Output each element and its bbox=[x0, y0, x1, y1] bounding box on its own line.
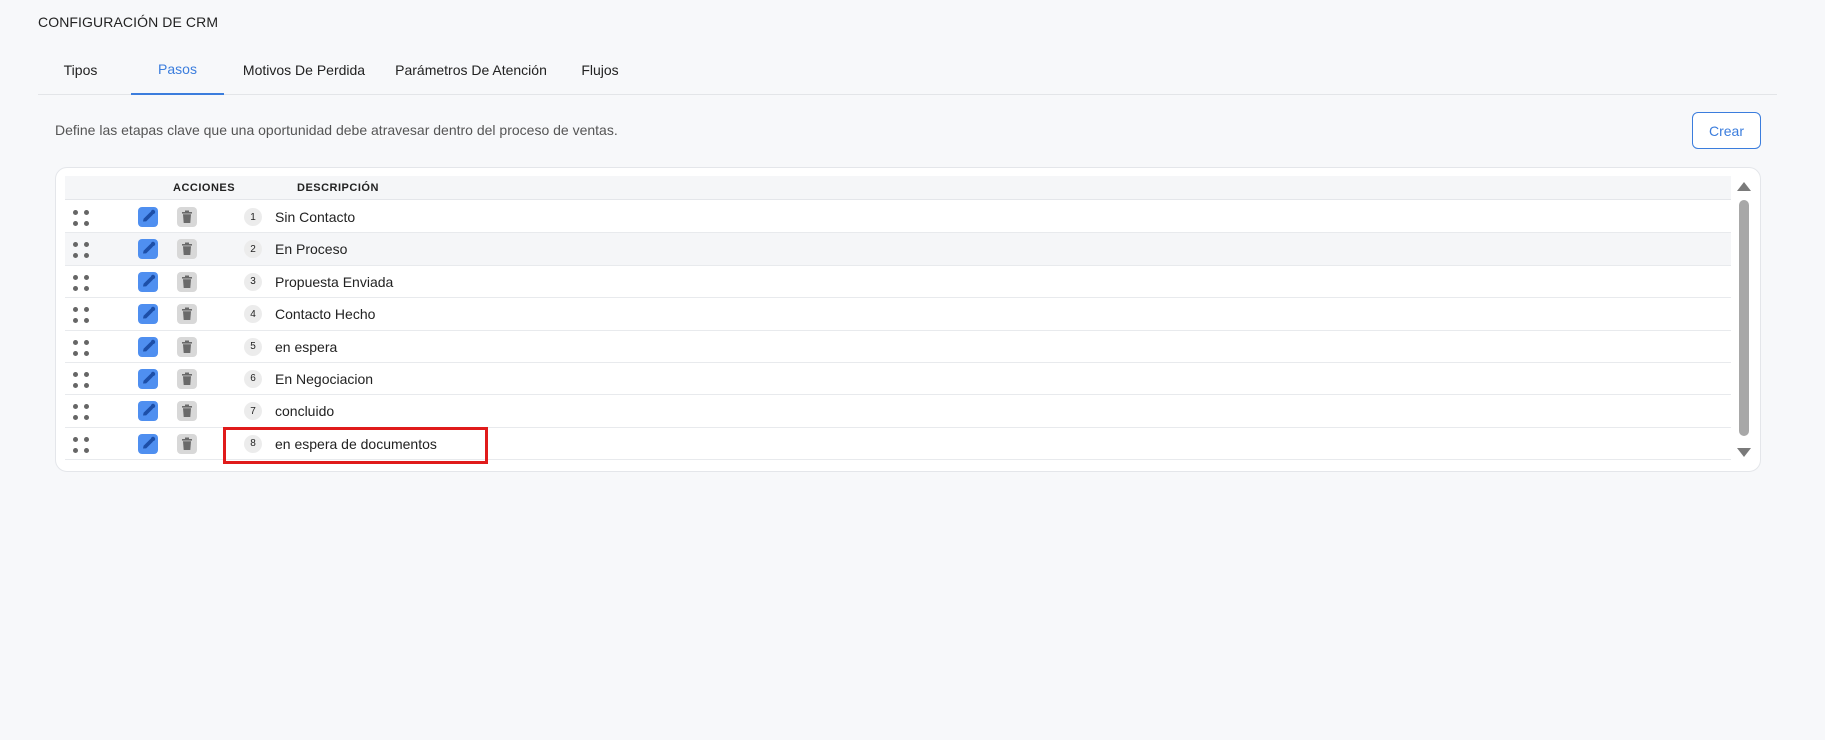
edit-button[interactable] bbox=[138, 433, 158, 454]
scroll-up-arrow-icon[interactable] bbox=[1737, 182, 1751, 191]
step-description: Sin Contacto bbox=[275, 209, 356, 225]
edit-button[interactable] bbox=[138, 368, 158, 389]
tab-parametros-de-atencion[interactable]: Parámetros De Atención bbox=[387, 48, 555, 95]
steps-table: ACCIONES DESCRIPCIÓN 1 Sin Contacto 2 En… bbox=[55, 167, 1761, 472]
pencil-icon bbox=[143, 242, 156, 254]
drag-handle-icon[interactable] bbox=[73, 371, 89, 388]
create-button[interactable]: Crear bbox=[1692, 112, 1761, 149]
step-description: En Negociacion bbox=[275, 370, 374, 387]
step-description: Contacto Hecho bbox=[275, 306, 376, 323]
trash-icon bbox=[182, 372, 192, 385]
step-order-badge: 7 bbox=[244, 402, 262, 421]
table-row: 3 Propuesta Enviada bbox=[65, 265, 1731, 299]
delete-button[interactable] bbox=[177, 271, 197, 292]
drag-handle-icon[interactable] bbox=[73, 210, 89, 226]
trash-icon bbox=[182, 242, 192, 256]
table-row: 8 en espera de documentos bbox=[65, 427, 1731, 461]
pencil-icon bbox=[143, 306, 156, 319]
scroll-thumb[interactable] bbox=[1739, 200, 1749, 436]
tab-tipos[interactable]: Tipos bbox=[38, 48, 123, 95]
delete-button[interactable] bbox=[177, 304, 197, 325]
table-row: 6 En Negociacion bbox=[65, 362, 1731, 396]
pencil-icon bbox=[143, 404, 156, 416]
delete-button[interactable] bbox=[177, 433, 197, 454]
drag-handle-icon[interactable] bbox=[73, 339, 89, 356]
drag-handle-icon[interactable] bbox=[73, 404, 89, 421]
tab-flujos[interactable]: Flujos bbox=[565, 48, 635, 95]
step-description: en espera bbox=[275, 338, 338, 355]
trash-icon bbox=[182, 307, 192, 321]
edit-button[interactable] bbox=[138, 271, 158, 292]
step-description: concluido bbox=[275, 403, 335, 420]
page-title: CONFIGURACIÓN DE CRM bbox=[38, 14, 219, 30]
column-header-actions: ACCIONES bbox=[173, 182, 236, 194]
trash-icon bbox=[182, 275, 192, 288]
pencil-icon bbox=[143, 274, 156, 287]
table-row: 5 en espera bbox=[65, 330, 1731, 363]
step-order-badge: 2 bbox=[244, 240, 262, 259]
delete-button[interactable] bbox=[177, 368, 197, 389]
step-description: En Proceso bbox=[275, 241, 348, 258]
table-body: 1 Sin Contacto 2 En Proceso 3 Propuesta … bbox=[65, 201, 1731, 461]
step-description: en espera de documentos bbox=[275, 435, 437, 452]
trash-icon bbox=[182, 340, 192, 353]
pencil-icon bbox=[143, 436, 156, 449]
column-header-description: DESCRIPCIÓN bbox=[297, 182, 379, 194]
step-order-badge: 5 bbox=[244, 337, 262, 356]
drag-handle-icon[interactable] bbox=[73, 242, 89, 259]
edit-button[interactable] bbox=[138, 401, 158, 422]
delete-button[interactable] bbox=[177, 207, 197, 227]
trash-icon bbox=[182, 437, 192, 450]
pencil-icon bbox=[143, 339, 156, 352]
table-row: 4 Contacto Hecho bbox=[65, 298, 1731, 331]
trash-icon bbox=[182, 404, 192, 418]
step-order-badge: 8 bbox=[244, 434, 262, 453]
table-row: 7 concluido bbox=[65, 395, 1731, 428]
edit-button[interactable] bbox=[138, 336, 158, 357]
step-order-badge: 3 bbox=[244, 272, 262, 291]
edit-button[interactable] bbox=[138, 304, 158, 325]
step-order-badge: 4 bbox=[244, 305, 262, 324]
tab-bar: Tipos Pasos Motivos De Perdida Parámetro… bbox=[38, 48, 1777, 95]
edit-button[interactable] bbox=[138, 239, 158, 260]
drag-handle-icon[interactable] bbox=[73, 274, 89, 291]
vertical-scrollbar[interactable] bbox=[1733, 178, 1755, 464]
table-header: ACCIONES DESCRIPCIÓN bbox=[65, 176, 1731, 200]
pencil-icon bbox=[143, 209, 156, 222]
step-order-badge: 1 bbox=[244, 208, 262, 226]
tab-motivos-de-perdida[interactable]: Motivos De Perdida bbox=[233, 48, 375, 95]
drag-handle-icon[interactable] bbox=[73, 307, 89, 324]
pencil-icon bbox=[143, 371, 156, 384]
section-description: Define las etapas clave que una oportuni… bbox=[55, 122, 618, 138]
step-description: Propuesta Enviada bbox=[275, 273, 394, 290]
table-row: 1 Sin Contacto bbox=[65, 201, 1731, 234]
scroll-down-arrow-icon[interactable] bbox=[1737, 448, 1751, 457]
drag-handle-icon[interactable] bbox=[73, 436, 89, 453]
delete-button[interactable] bbox=[177, 336, 197, 357]
table-row: 2 En Proceso bbox=[65, 233, 1731, 266]
tab-pasos[interactable]: Pasos bbox=[131, 48, 224, 95]
step-order-badge: 6 bbox=[244, 369, 262, 388]
trash-icon bbox=[182, 210, 192, 223]
delete-button[interactable] bbox=[177, 239, 197, 260]
delete-button[interactable] bbox=[177, 401, 197, 422]
edit-button[interactable] bbox=[138, 207, 158, 227]
